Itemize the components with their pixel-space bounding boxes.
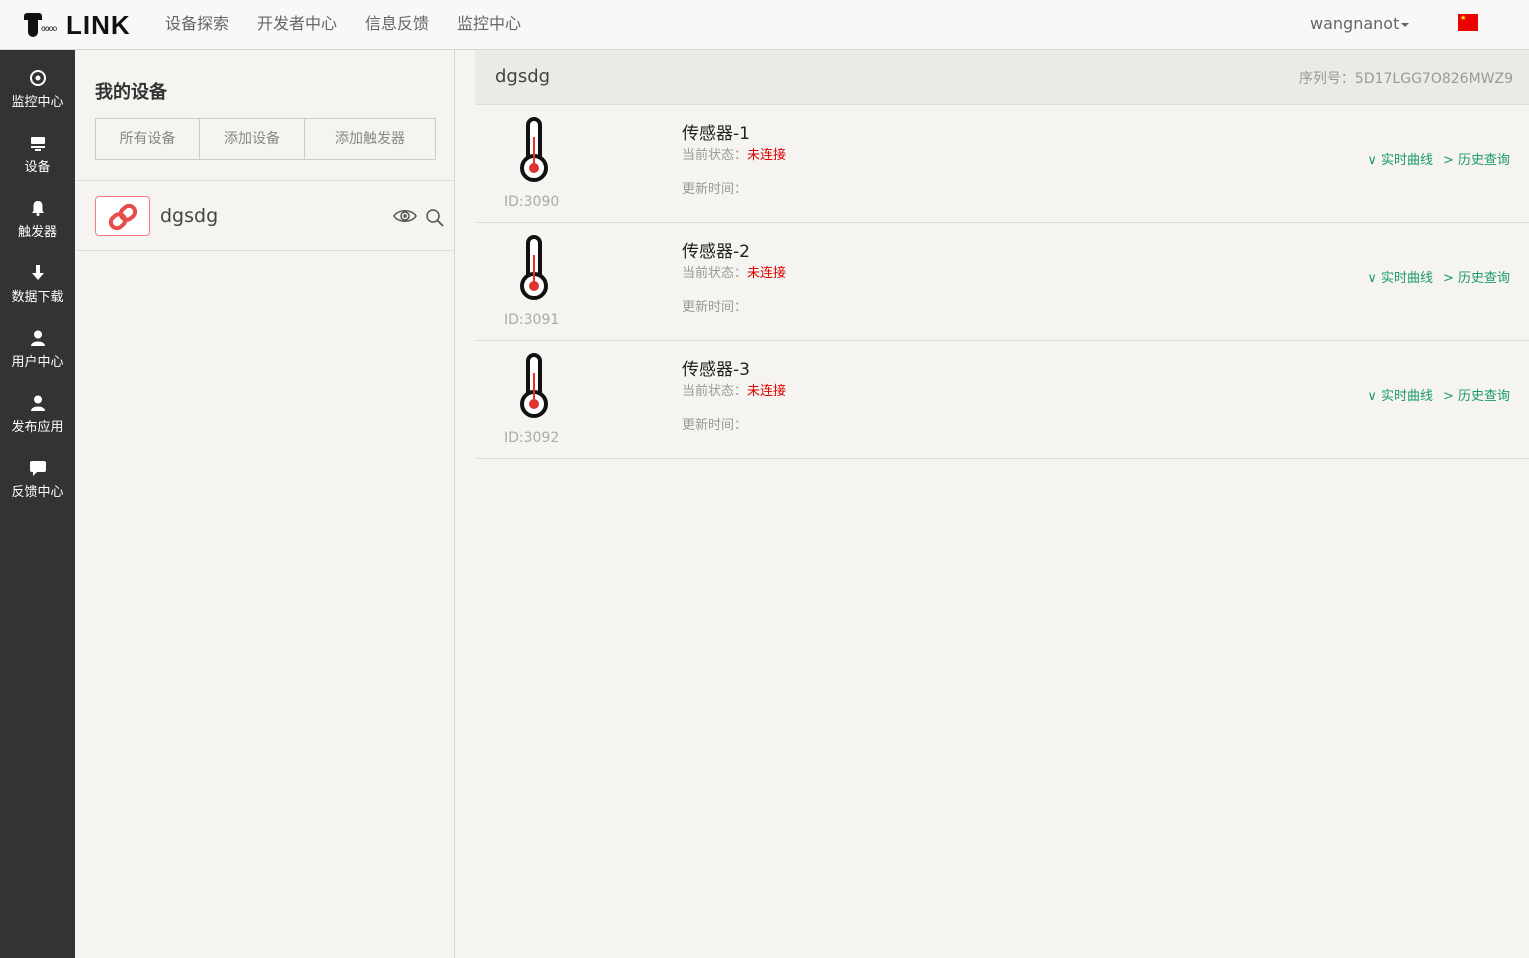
- sidebar-item-label: 触发器: [17, 225, 57, 240]
- update-time: 更新时间：: [682, 418, 748, 433]
- sidebar-item-user-center[interactable]: 用户中心: [0, 329, 75, 389]
- nav-feedback[interactable]: 信息反馈: [351, 0, 443, 50]
- sensor-row: ID:3092 传感器-3 当前状态：未连接 更新时间： ∨ 实时曲线 > 历史查…: [475, 341, 1529, 459]
- sidebar-item-label: 数据下载: [11, 290, 64, 305]
- device-title: dgsdg: [495, 66, 551, 87]
- sidebar-item-monitor[interactable]: 监控中心: [0, 69, 75, 129]
- sensor-name: 传感器-1: [682, 124, 750, 144]
- history-query-link[interactable]: > 历史查询: [1443, 389, 1510, 404]
- serial-label: 序列号：: [1298, 71, 1355, 87]
- state-label: 当前状态：: [682, 148, 748, 163]
- download-icon: [31, 265, 44, 280]
- china-flag-icon[interactable]: ★: [1458, 14, 1478, 31]
- sensor-state: 当前状态：未连接: [682, 144, 786, 163]
- nav-device-explore[interactable]: 设备探索: [151, 0, 243, 50]
- state-label: 当前状态：: [682, 266, 748, 281]
- top-navbar: oooo LINK 设备探索 开发者中心 信息反馈 监控中心 wangnanot…: [0, 0, 1529, 50]
- device-tabs: 所有设备 添加设备 添加触发器: [95, 118, 436, 160]
- tab-add-device[interactable]: 添加设备: [200, 119, 305, 159]
- user-icon: [30, 395, 45, 411]
- sensor-row: ID:3090 传感器-1 当前状态：未连接 更新时间： ∨ 实时曲线 > 历史查…: [475, 105, 1529, 223]
- nav-monitor-center[interactable]: 监控中心: [443, 0, 535, 50]
- logo-text: LINK: [66, 9, 131, 40]
- target-icon: [29, 70, 46, 86]
- update-time: 更新时间：: [682, 300, 748, 315]
- serial-value: 5D17LGG7O826MWZ9: [1354, 71, 1513, 87]
- sensor-actions: ∨ 实时曲线 > 历史查询: [1367, 149, 1510, 168]
- sidebar-item-label: 反馈中心: [11, 485, 64, 500]
- user-icon: [30, 330, 45, 346]
- thermometer-icon: [520, 235, 548, 300]
- left-sidebar: 监控中心 设备 触发器 数据下载 用户中心 发布应用 反馈中心: [0, 50, 75, 958]
- search-icon[interactable]: [425, 208, 445, 228]
- username: wangnanot: [1310, 14, 1400, 33]
- sensor-id: ID:3092: [504, 430, 560, 446]
- devices-panel: 我的设备 所有设备 添加设备 添加触发器 dgsdg: [75, 50, 455, 958]
- bell-icon: [31, 201, 44, 216]
- sensor-actions: ∨ 实时曲线 > 历史查询: [1367, 385, 1510, 404]
- sidebar-item-label: 发布应用: [11, 420, 64, 435]
- caret-down-icon: [1401, 22, 1410, 27]
- sidebar-item-triggers[interactable]: 触发器: [0, 199, 75, 259]
- logo-mark-icon: oooo: [24, 11, 68, 39]
- sidebar-item-label: 设备: [24, 160, 51, 175]
- state-value: 未连接: [747, 384, 787, 399]
- serial-number: 序列号：5D17LGG7O826MWZ9: [1299, 68, 1513, 88]
- device-icon: [30, 137, 45, 151]
- device-name: dgsdg: [160, 205, 219, 227]
- sensor-state: 当前状态：未连接: [682, 380, 786, 399]
- sidebar-item-publish-app[interactable]: 发布应用: [0, 394, 75, 454]
- device-avatar: [95, 196, 150, 236]
- update-time: 更新时间：: [682, 182, 748, 197]
- main-content: dgsdg 序列号：5D17LGG7O826MWZ9 ID:3090 传感器-1…: [475, 50, 1529, 958]
- logo[interactable]: oooo LINK: [24, 10, 131, 40]
- state-value: 未连接: [747, 266, 787, 281]
- sensor-id: ID:3091: [504, 312, 560, 328]
- sensor-name: 传感器-3: [682, 360, 750, 380]
- nav-developer-center[interactable]: 开发者中心: [243, 0, 351, 50]
- eye-icon[interactable]: [393, 208, 417, 224]
- tab-all-devices[interactable]: 所有设备: [96, 119, 200, 159]
- user-menu[interactable]: wangnanot: [1310, 0, 1410, 48]
- sidebar-item-feedback-center[interactable]: 反馈中心: [0, 459, 75, 519]
- sidebar-item-label: 监控中心: [11, 95, 64, 110]
- sensor-actions: ∨ 实时曲线 > 历史查询: [1367, 267, 1510, 286]
- state-label: 当前状态：: [682, 384, 748, 399]
- sidebar-item-data-download[interactable]: 数据下载: [0, 264, 75, 324]
- sensor-state: 当前状态：未连接: [682, 262, 786, 281]
- panel-title: 我的设备: [95, 82, 167, 103]
- sensor-id: ID:3090: [504, 194, 560, 210]
- realtime-curve-link[interactable]: ∨ 实时曲线: [1367, 389, 1433, 404]
- history-query-link[interactable]: > 历史查询: [1443, 271, 1510, 286]
- comment-icon: [29, 461, 46, 476]
- top-nav: 设备探索 开发者中心 信息反馈 监控中心: [151, 0, 535, 50]
- realtime-curve-link[interactable]: ∨ 实时曲线: [1367, 271, 1433, 286]
- device-list-item[interactable]: dgsdg: [75, 181, 454, 251]
- sidebar-item-devices[interactable]: 设备: [0, 134, 75, 194]
- sensor-row: ID:3091 传感器-2 当前状态：未连接 更新时间： ∨ 实时曲线 > 历史查…: [475, 223, 1529, 341]
- state-value: 未连接: [747, 148, 787, 163]
- tab-add-trigger[interactable]: 添加触发器: [305, 119, 435, 159]
- device-header: dgsdg 序列号：5D17LGG7O826MWZ9: [475, 50, 1529, 105]
- thermometer-icon: [520, 117, 548, 182]
- sidebar-item-label: 用户中心: [11, 355, 64, 370]
- history-query-link[interactable]: > 历史查询: [1443, 153, 1510, 168]
- link-icon: [108, 203, 138, 231]
- sensor-name: 传感器-2: [682, 242, 750, 262]
- realtime-curve-link[interactable]: ∨ 实时曲线: [1367, 153, 1433, 168]
- thermometer-icon: [520, 353, 548, 418]
